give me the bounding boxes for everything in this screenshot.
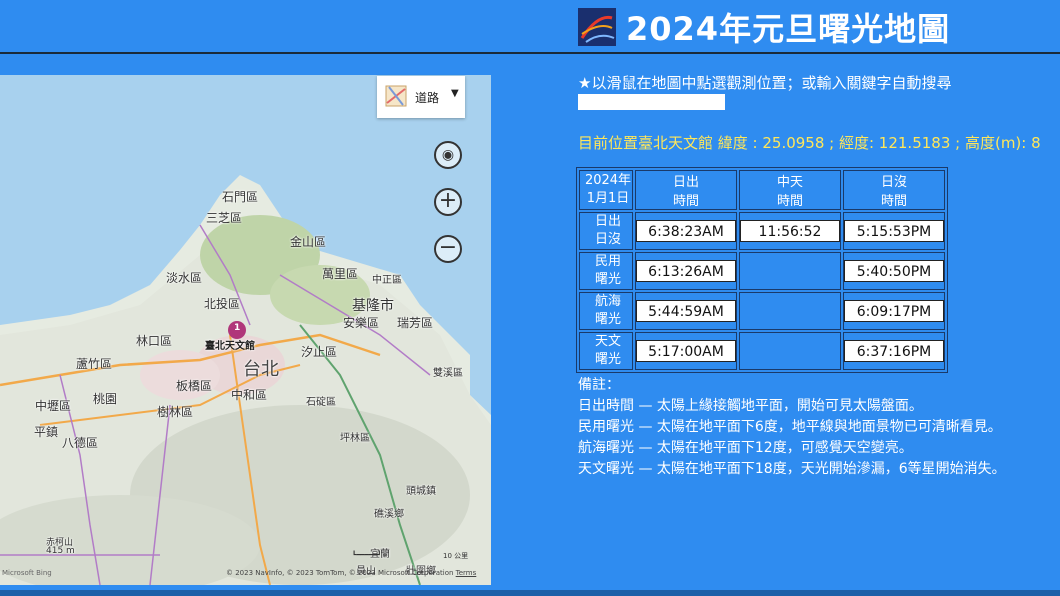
map-label-taipei: 台北 bbox=[243, 359, 279, 380]
map-label-banqiao: 板橋區 bbox=[176, 379, 213, 393]
map-label-shimen: 石門區 bbox=[222, 190, 259, 204]
map-view[interactable]: 石門區 三芝區 金山區 淡水區 萬里區 中正區 北投區 基隆市 安樂區 瑞芳區 … bbox=[0, 75, 491, 585]
map-label-pinglin: 坪林區 bbox=[340, 433, 370, 444]
note-line-nautical: 航海曙光 — 太陽在地平面下12度，可感覺天空變亮。 bbox=[578, 440, 913, 456]
row-label-nautical: 航海 曙光 bbox=[579, 292, 633, 330]
zoom-out-button[interactable]: − bbox=[434, 235, 462, 263]
locate-me-button[interactable]: ◉ bbox=[434, 141, 462, 169]
map-label-linkou: 林口區 bbox=[136, 334, 173, 348]
map-label-luzhu: 蘆竹區 bbox=[76, 357, 113, 371]
map-label-jiaoxi: 礁溪鄉 bbox=[374, 509, 404, 520]
map-label-zhonghe: 中和區 bbox=[231, 388, 268, 402]
map-label-ruifang: 瑞芳區 bbox=[397, 316, 434, 330]
note-line-civil: 民用曙光 — 太陽在地平面下6度，地平線與地面景物已可清晰看見。 bbox=[578, 419, 1002, 435]
map-label-toucheng: 頭城鎮 bbox=[406, 486, 436, 497]
row-label-sunrise-sunset: 日出 日沒 bbox=[579, 212, 633, 250]
astronomical-dusk-time: 6:37:16PM bbox=[844, 340, 944, 362]
map-label-bade: 八德區 bbox=[62, 436, 99, 450]
map-copyright: © 2023 NavInfo, © 2023 TomTom, © 2023 Mi… bbox=[226, 569, 476, 577]
map-label-shiding: 石碇區 bbox=[306, 397, 336, 408]
table-corner: 2024年 1月1日 bbox=[579, 170, 633, 210]
chevron-down-icon: ▼ bbox=[451, 88, 459, 99]
col-header-set: 日沒 時間 bbox=[843, 170, 945, 210]
empty-cell bbox=[739, 292, 841, 330]
bing-logo: Microsoft Bing bbox=[2, 569, 52, 577]
map-label-observatory: 臺北天文館 bbox=[205, 341, 255, 352]
empty-cell bbox=[739, 332, 841, 370]
zoom-in-button[interactable]: + bbox=[434, 188, 462, 216]
row-label-civil: 民用 曙光 bbox=[579, 252, 633, 290]
map-label-sanzhi: 三芝區 bbox=[206, 211, 243, 225]
nautical-dawn-time: 5:44:59AM bbox=[636, 300, 736, 322]
col-header-rise: 日出 時間 bbox=[635, 170, 737, 210]
table-row: 天文 曙光 5:17:00AM 6:37:16PM bbox=[579, 332, 945, 370]
table-row: 日出 日沒 6:38:23AM 11:56:52 5:15:53PM bbox=[579, 212, 945, 250]
map-label-shulin: 樹林區 bbox=[157, 405, 194, 419]
map-label-tamsui: 淡水區 bbox=[166, 271, 203, 285]
empty-cell bbox=[739, 252, 841, 290]
copyright-text: © 2023 NavInfo, © 2023 TomTom, © 2023 Mi… bbox=[226, 569, 454, 577]
col-header-noon: 中天 時間 bbox=[739, 170, 841, 210]
map-label-taoyuan: 桃園 bbox=[93, 392, 118, 406]
astronomical-dawn-time: 5:17:00AM bbox=[636, 340, 736, 362]
map-style-label: 道路 bbox=[415, 91, 440, 105]
notes-heading: 備註： bbox=[578, 377, 620, 393]
sunrise-logo-icon bbox=[578, 8, 616, 46]
map-label-shuangxi: 雙溪區 bbox=[433, 368, 463, 379]
civil-dusk-time: 5:40:50PM bbox=[844, 260, 944, 282]
transit-time: 11:56:52 bbox=[740, 220, 840, 242]
civil-dawn-time: 6:13:26AM bbox=[636, 260, 736, 282]
page-title: 2024年元旦曙光地圖 bbox=[626, 10, 951, 48]
sunrise-time: 6:38:23AM bbox=[636, 220, 736, 242]
location-marker[interactable]: 1 bbox=[234, 323, 240, 333]
map-label-pingzhen: 平鎮 bbox=[34, 425, 59, 439]
map-style-dropdown[interactable]: 道路 ▼ bbox=[377, 76, 465, 118]
instruction-text: ★以滑鼠在地圖中點選觀測位置；或輸入關鍵字自動搜尋 bbox=[578, 74, 952, 92]
table-row: 民用 曙光 6:13:26AM 5:40:50PM bbox=[579, 252, 945, 290]
notes-section: 備註： 日出時間 — 太陽上緣接觸地平面，開始可見太陽盤面。 民用曙光 — 太陽… bbox=[578, 375, 1006, 480]
terms-link[interactable]: Terms bbox=[456, 569, 477, 577]
nautical-dusk-time: 6:09:17PM bbox=[844, 300, 944, 322]
note-line-sunrise: 日出時間 — 太陽上緣接觸地平面，開始可見太陽盤面。 bbox=[578, 398, 923, 414]
sunrise-times-table: 2024年 1月1日 日出 時間 中天 時間 日沒 時間 日出 日沒 6:38:23AM … bbox=[576, 167, 948, 373]
map-label-jinshan: 金山區 bbox=[290, 235, 327, 249]
road-map-icon bbox=[385, 85, 407, 107]
search-input[interactable] bbox=[578, 94, 725, 110]
map-label-zhongzheng: 中正區 bbox=[372, 275, 402, 286]
map-label-wanli: 萬里區 bbox=[322, 267, 359, 281]
header-divider bbox=[0, 52, 1060, 54]
map-label-beitou: 北投區 bbox=[204, 297, 241, 311]
map-label-elevation: 415 m bbox=[46, 546, 75, 556]
row-label-astronomical: 天文 曙光 bbox=[579, 332, 633, 370]
scale-bar-left: ┗━━━━━┛ bbox=[352, 551, 382, 559]
sunset-time: 5:15:53PM bbox=[844, 220, 944, 242]
current-location: 目前位置臺北天文館 緯度 : 25.0958 ; 經度: 121.5183 ; … bbox=[578, 134, 1041, 152]
map-label-xizhi: 汐止區 bbox=[301, 345, 338, 359]
map-label-anle: 安樂區 bbox=[343, 316, 380, 330]
map-label-keelung: 基隆市 bbox=[352, 298, 394, 314]
table-row: 航海 曙光 5:44:59AM 6:09:17PM bbox=[579, 292, 945, 330]
bottom-edge bbox=[0, 590, 1060, 596]
note-line-astronomical: 天文曙光 — 太陽在地平面下18度，天光開始滲漏，6等星開始消失。 bbox=[578, 461, 1006, 477]
scale-label: 10 公里 bbox=[443, 552, 469, 560]
map-label-zhongli: 中壢區 bbox=[35, 399, 72, 413]
